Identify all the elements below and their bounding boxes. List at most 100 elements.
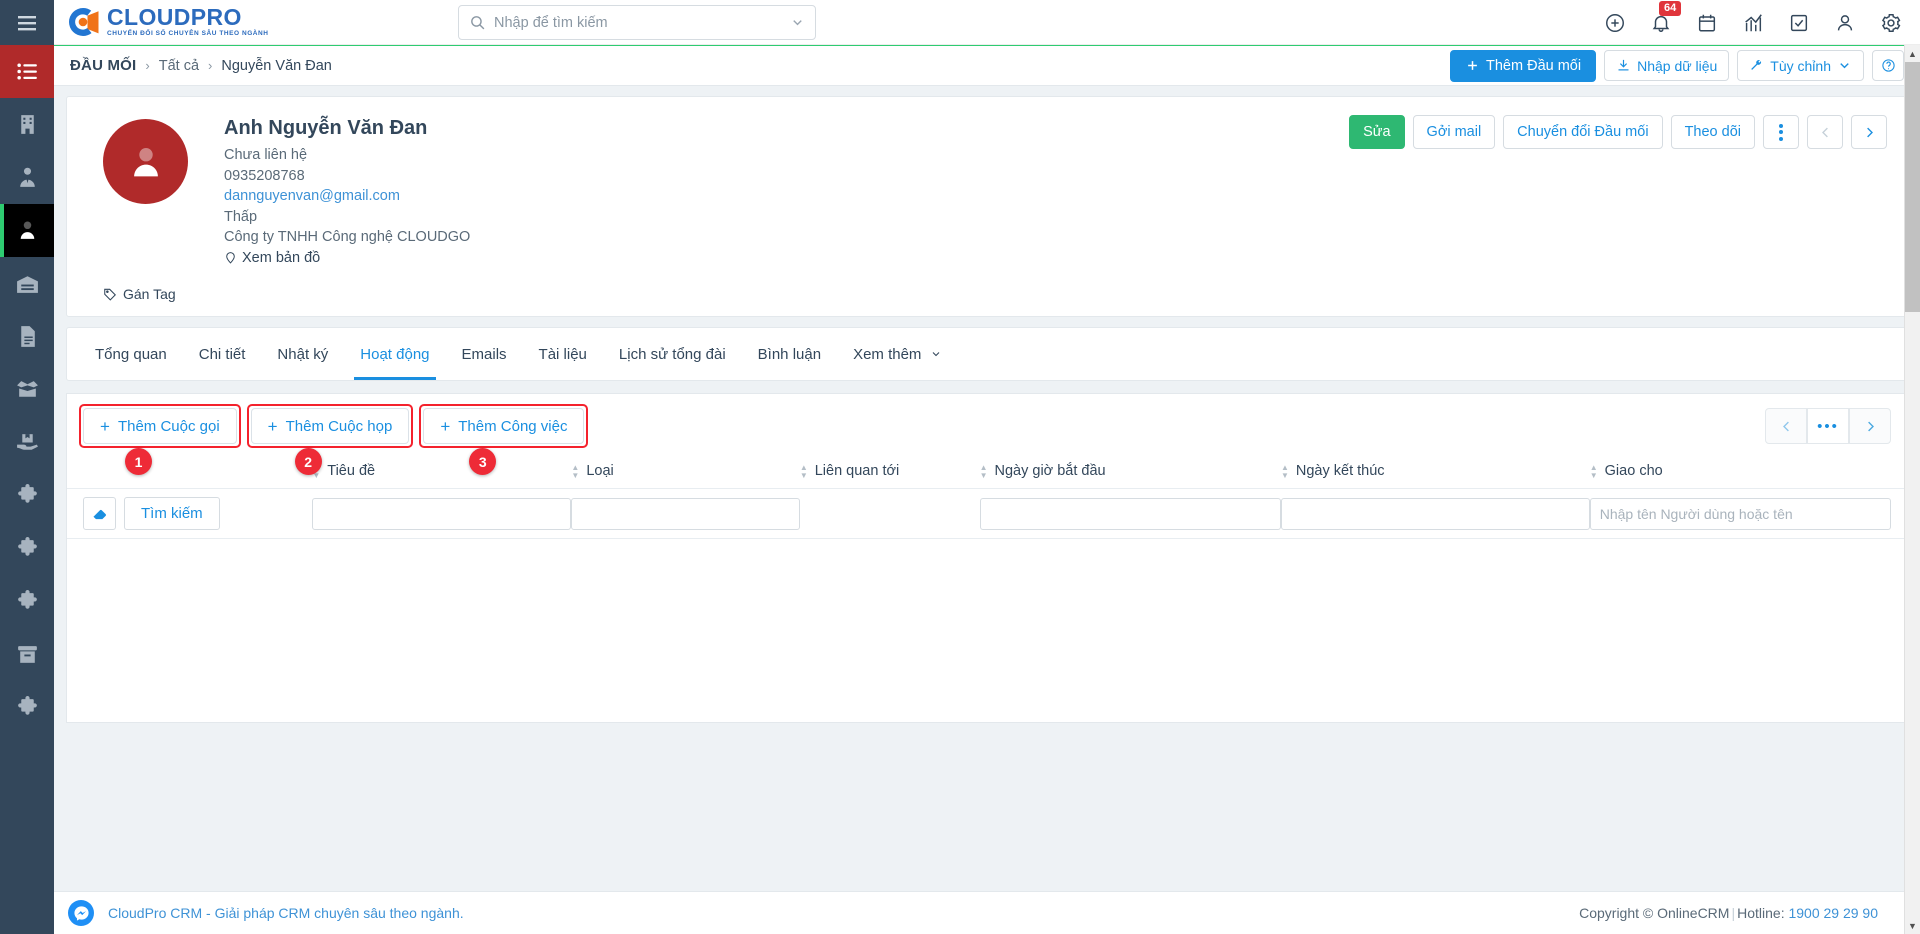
th-label: Giao cho xyxy=(1604,463,1663,479)
filter-assignee-input[interactable] xyxy=(1589,497,1891,530)
user-tie-icon xyxy=(19,167,35,187)
sidebar-item-addons[interactable] xyxy=(0,522,54,575)
sort-icon[interactable]: ▲▼ xyxy=(980,463,988,479)
prev-record-button[interactable] xyxy=(1807,115,1843,149)
task-check-icon[interactable] xyxy=(1788,12,1810,34)
view-map-link[interactable]: Xem bản đồ xyxy=(224,248,470,269)
tab-nhat-ky[interactable]: Nhật ký xyxy=(261,328,344,380)
chevron-down-icon[interactable] xyxy=(790,15,805,30)
sidebar-item-plugins[interactable] xyxy=(0,681,54,734)
add-task-button[interactable]: + Thêm Công việc xyxy=(423,408,585,444)
scrollbar-thumb[interactable] xyxy=(1905,62,1920,312)
footer-right-text: Copyright © OnlineCRM | Hotline: 1900 29 2… xyxy=(1579,905,1878,921)
vertical-scrollbar[interactable]: ▲ ▼ xyxy=(1904,45,1920,934)
sidebar-item-company[interactable] xyxy=(0,98,54,151)
page-action-group: Thêm Đầu mối Nhập dữ liệu Tùy chỉnh xyxy=(1450,49,1904,82)
add-call-button[interactable]: + Thêm Cuộc gọi xyxy=(83,408,237,444)
brand-logo[interactable]: CLOUDPRO CHUYỂN ĐỔI SỐ CHUYÊN SÂU THEO N… xyxy=(66,5,269,39)
sidebar-item-warehouse[interactable] xyxy=(0,257,54,310)
follow-button[interactable]: Theo dõi xyxy=(1670,115,1755,149)
add-circle-icon[interactable] xyxy=(1604,12,1626,34)
assign-tag-button[interactable]: Gán Tag xyxy=(103,286,1887,302)
tab-lich-su-tong-dai[interactable]: Lịch sử tổng đài xyxy=(603,328,742,380)
pager-prev-button[interactable] xyxy=(1765,408,1807,444)
th-start-datetime[interactable]: ▲ ▼ Ngày giờ bắt đầu xyxy=(979,454,1281,489)
gear-icon[interactable] xyxy=(1880,12,1902,34)
search-box[interactable] xyxy=(458,5,816,40)
scroll-up-arrow-icon[interactable]: ▲ xyxy=(1905,45,1920,62)
wrench-icon xyxy=(1751,59,1762,70)
edit-button[interactable]: Sửa xyxy=(1349,115,1405,149)
pager-next-button[interactable] xyxy=(1849,408,1891,444)
avatar-person-icon xyxy=(133,147,158,176)
messenger-icon[interactable] xyxy=(68,900,94,926)
pager-more-button[interactable]: ••• xyxy=(1807,408,1849,444)
filter-end-input[interactable] xyxy=(1280,497,1590,530)
activity-pager: ••• xyxy=(1765,408,1891,444)
breadcrumb-root[interactable]: ĐẦU MỐI xyxy=(70,57,136,74)
tab-tai-lieu[interactable]: Tài liệu xyxy=(523,328,603,380)
footer-left-text[interactable]: CloudPro CRM - Giải pháp CRM chuyên sâu … xyxy=(108,905,464,921)
sidebar-item-integrations[interactable] xyxy=(0,575,54,628)
download-icon xyxy=(1618,59,1629,71)
customize-button[interactable]: Tùy chỉnh xyxy=(1737,50,1864,81)
sidebar-item-contacts[interactable] xyxy=(0,151,54,204)
add-call-highlight: + Thêm Cuộc gọi 1 xyxy=(79,404,241,475)
th-related-to[interactable]: ▲ ▼ Liên quan tới xyxy=(799,454,980,489)
scroll-down-arrow-icon[interactable]: ▼ xyxy=(1905,917,1920,934)
sort-icon[interactable]: ▲▼ xyxy=(571,463,579,479)
hamburger-icon[interactable] xyxy=(15,11,39,35)
th-type[interactable]: ▲ ▼ Loại xyxy=(571,454,800,489)
th-title[interactable]: ▲▼ Tiêu đề xyxy=(312,454,572,489)
tab-xem-them[interactable]: Xem thêm xyxy=(837,328,958,380)
calendar-icon[interactable] xyxy=(1696,12,1718,34)
search-filter-button[interactable]: Tìm kiếm xyxy=(124,497,220,530)
convert-lead-button[interactable]: Chuyển đổi Đầu mối xyxy=(1503,115,1663,149)
user-icon[interactable] xyxy=(1834,12,1856,34)
sidebar-item-documents[interactable] xyxy=(0,310,54,363)
search-input[interactable] xyxy=(494,14,790,31)
more-actions-button[interactable] xyxy=(1763,115,1799,149)
add-meeting-highlight: + Thêm Cuộc họp 2 xyxy=(246,404,413,475)
sidebar-item-menu[interactable] xyxy=(0,45,54,98)
bell-icon[interactable]: 64 xyxy=(1650,0,1682,34)
tab-emails[interactable]: Emails xyxy=(446,328,523,380)
sort-icon[interactable]: ▲▼ xyxy=(800,463,808,479)
th-label: Ngày kết thúc xyxy=(1295,463,1385,479)
sidebar-item-leads[interactable] xyxy=(0,204,54,257)
chevron-right-icon xyxy=(1867,421,1874,431)
th-assigned-to[interactable]: ▲ ▼ Giao cho xyxy=(1589,454,1907,489)
sort-icon[interactable]: ▲▼ xyxy=(1590,463,1598,479)
clear-filters-button[interactable] xyxy=(83,497,116,530)
sidebar-item-modules[interactable] xyxy=(0,628,54,681)
help-button[interactable] xyxy=(1872,50,1904,81)
sidebar-item-extensions[interactable] xyxy=(0,469,54,522)
add-lead-button[interactable]: Thêm Đầu mối xyxy=(1450,49,1597,82)
sidebar-item-delivery[interactable] xyxy=(0,416,54,469)
tab-tong-quan[interactable]: Tổng quan xyxy=(79,328,183,380)
filter-start-input[interactable] xyxy=(979,497,1281,530)
send-mail-button[interactable]: Gởi mail xyxy=(1412,115,1496,149)
breadcrumb-bar: ĐẦU MỐI › Tất cả › Nguyễn Văn Đan Thêm Đ… xyxy=(54,45,1920,86)
chart-icon[interactable] xyxy=(1742,12,1764,34)
plus-icon: + xyxy=(100,416,110,436)
filter-type-input[interactable] xyxy=(571,497,800,530)
footer-hotline-number[interactable]: 1900 29 29 90 xyxy=(1788,905,1878,921)
add-meeting-button[interactable]: + Thêm Cuộc họp xyxy=(250,408,410,444)
import-data-button[interactable]: Nhập dữ liệu xyxy=(1604,50,1730,81)
customize-label: Tùy chỉnh xyxy=(1770,57,1831,74)
profile-info: Anh Nguyễn Văn Đan Chưa liên hệ 09352087… xyxy=(224,117,470,268)
sidebar-item-products[interactable] xyxy=(0,363,54,416)
sort-icon[interactable]: ▲▼ xyxy=(1281,463,1289,479)
th-end-date[interactable]: ▲ ▼ Ngày kết thúc xyxy=(1280,454,1590,489)
tab-chi-tiet[interactable]: Chi tiết xyxy=(183,328,262,380)
puzzle-icon xyxy=(17,696,37,715)
profile-email[interactable]: dannguyenvan@gmail.com xyxy=(224,186,470,207)
tab-hoat-dong[interactable]: Hoạt động xyxy=(344,328,445,380)
filter-title-input[interactable] xyxy=(312,497,572,530)
notification-badge: 64 xyxy=(1659,0,1682,16)
breadcrumb-middle[interactable]: Tất cả xyxy=(159,58,199,74)
next-record-button[interactable] xyxy=(1851,115,1887,149)
tab-binh-luan[interactable]: Bình luận xyxy=(742,328,837,380)
brand-name: CLOUDPRO xyxy=(107,4,242,31)
